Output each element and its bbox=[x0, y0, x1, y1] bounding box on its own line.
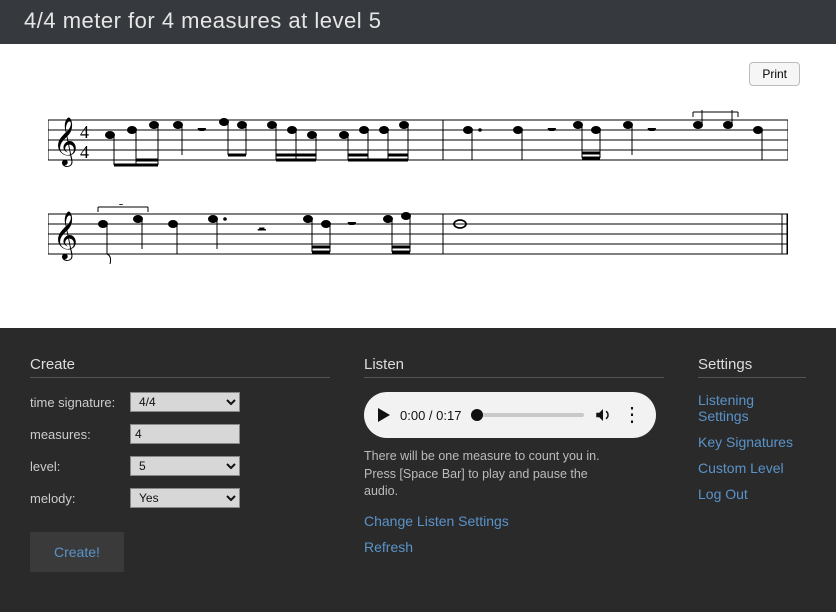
svg-text:𝄻: 𝄻 bbox=[548, 123, 556, 145]
audio-time: 0:00 / 0:17 bbox=[400, 408, 461, 423]
time-sig-bottom: 4 bbox=[80, 142, 89, 162]
settings-panel: Settings Listening Settings Key Signatur… bbox=[698, 356, 806, 572]
treble-clef-icon: 𝄞 bbox=[53, 211, 78, 261]
create-button[interactable]: Create! bbox=[30, 532, 124, 572]
melody-select[interactable]: Yes bbox=[130, 488, 240, 508]
audio-seek[interactable] bbox=[471, 413, 584, 417]
level-label: level: bbox=[30, 459, 130, 474]
listen-heading: Listen bbox=[364, 356, 664, 378]
time-sig-top: 4 bbox=[80, 122, 89, 142]
time-signature-select[interactable]: 4/4 bbox=[130, 392, 240, 412]
svg-text:𝄻: 𝄻 bbox=[198, 123, 206, 145]
audio-player[interactable]: 0:00 / 0:17 ⋮ bbox=[364, 392, 656, 438]
settings-heading: Settings bbox=[698, 356, 806, 378]
settings-link-custom-level[interactable]: Custom Level bbox=[698, 460, 806, 476]
create-heading: Create bbox=[30, 356, 330, 378]
svg-text:𝄼: 𝄼 bbox=[258, 220, 266, 242]
play-icon[interactable] bbox=[378, 408, 390, 422]
create-panel: Create time signature: 4/4 measures: lev… bbox=[30, 356, 330, 572]
page-title: 4/4 meter for 4 measures at level 5 bbox=[24, 8, 812, 34]
level-select[interactable]: 5 bbox=[130, 456, 240, 476]
settings-link-listening[interactable]: Listening Settings bbox=[698, 392, 806, 424]
sheet-area: Print 𝄞 4 4 𝄻 bbox=[0, 44, 836, 328]
music-notation: 𝄞 4 4 𝄻 bbox=[30, 110, 806, 270]
triplet-label: 3 bbox=[711, 110, 717, 113]
measures-input[interactable] bbox=[130, 424, 240, 444]
volume-icon[interactable] bbox=[594, 406, 612, 424]
svg-text:𝄻: 𝄻 bbox=[648, 123, 656, 145]
change-listen-settings-link[interactable]: Change Listen Settings bbox=[364, 513, 664, 529]
treble-clef-icon: 𝄞 bbox=[53, 117, 78, 167]
measures-label: measures: bbox=[30, 427, 130, 442]
settings-link-log-out[interactable]: Log Out bbox=[698, 486, 806, 502]
triplet-label: 3 bbox=[118, 204, 124, 208]
listen-note: There will be one measure to count you i… bbox=[364, 448, 624, 501]
melody-label: melody: bbox=[30, 491, 130, 506]
refresh-link[interactable]: Refresh bbox=[364, 539, 664, 555]
time-signature-label: time signature: bbox=[30, 395, 130, 410]
settings-link-key-signatures[interactable]: Key Signatures bbox=[698, 434, 806, 450]
svg-text:𝄻: 𝄻 bbox=[348, 217, 356, 239]
listen-panel: Listen 0:00 / 0:17 ⋮ There will be one m… bbox=[364, 356, 664, 572]
print-button[interactable]: Print bbox=[749, 62, 800, 86]
